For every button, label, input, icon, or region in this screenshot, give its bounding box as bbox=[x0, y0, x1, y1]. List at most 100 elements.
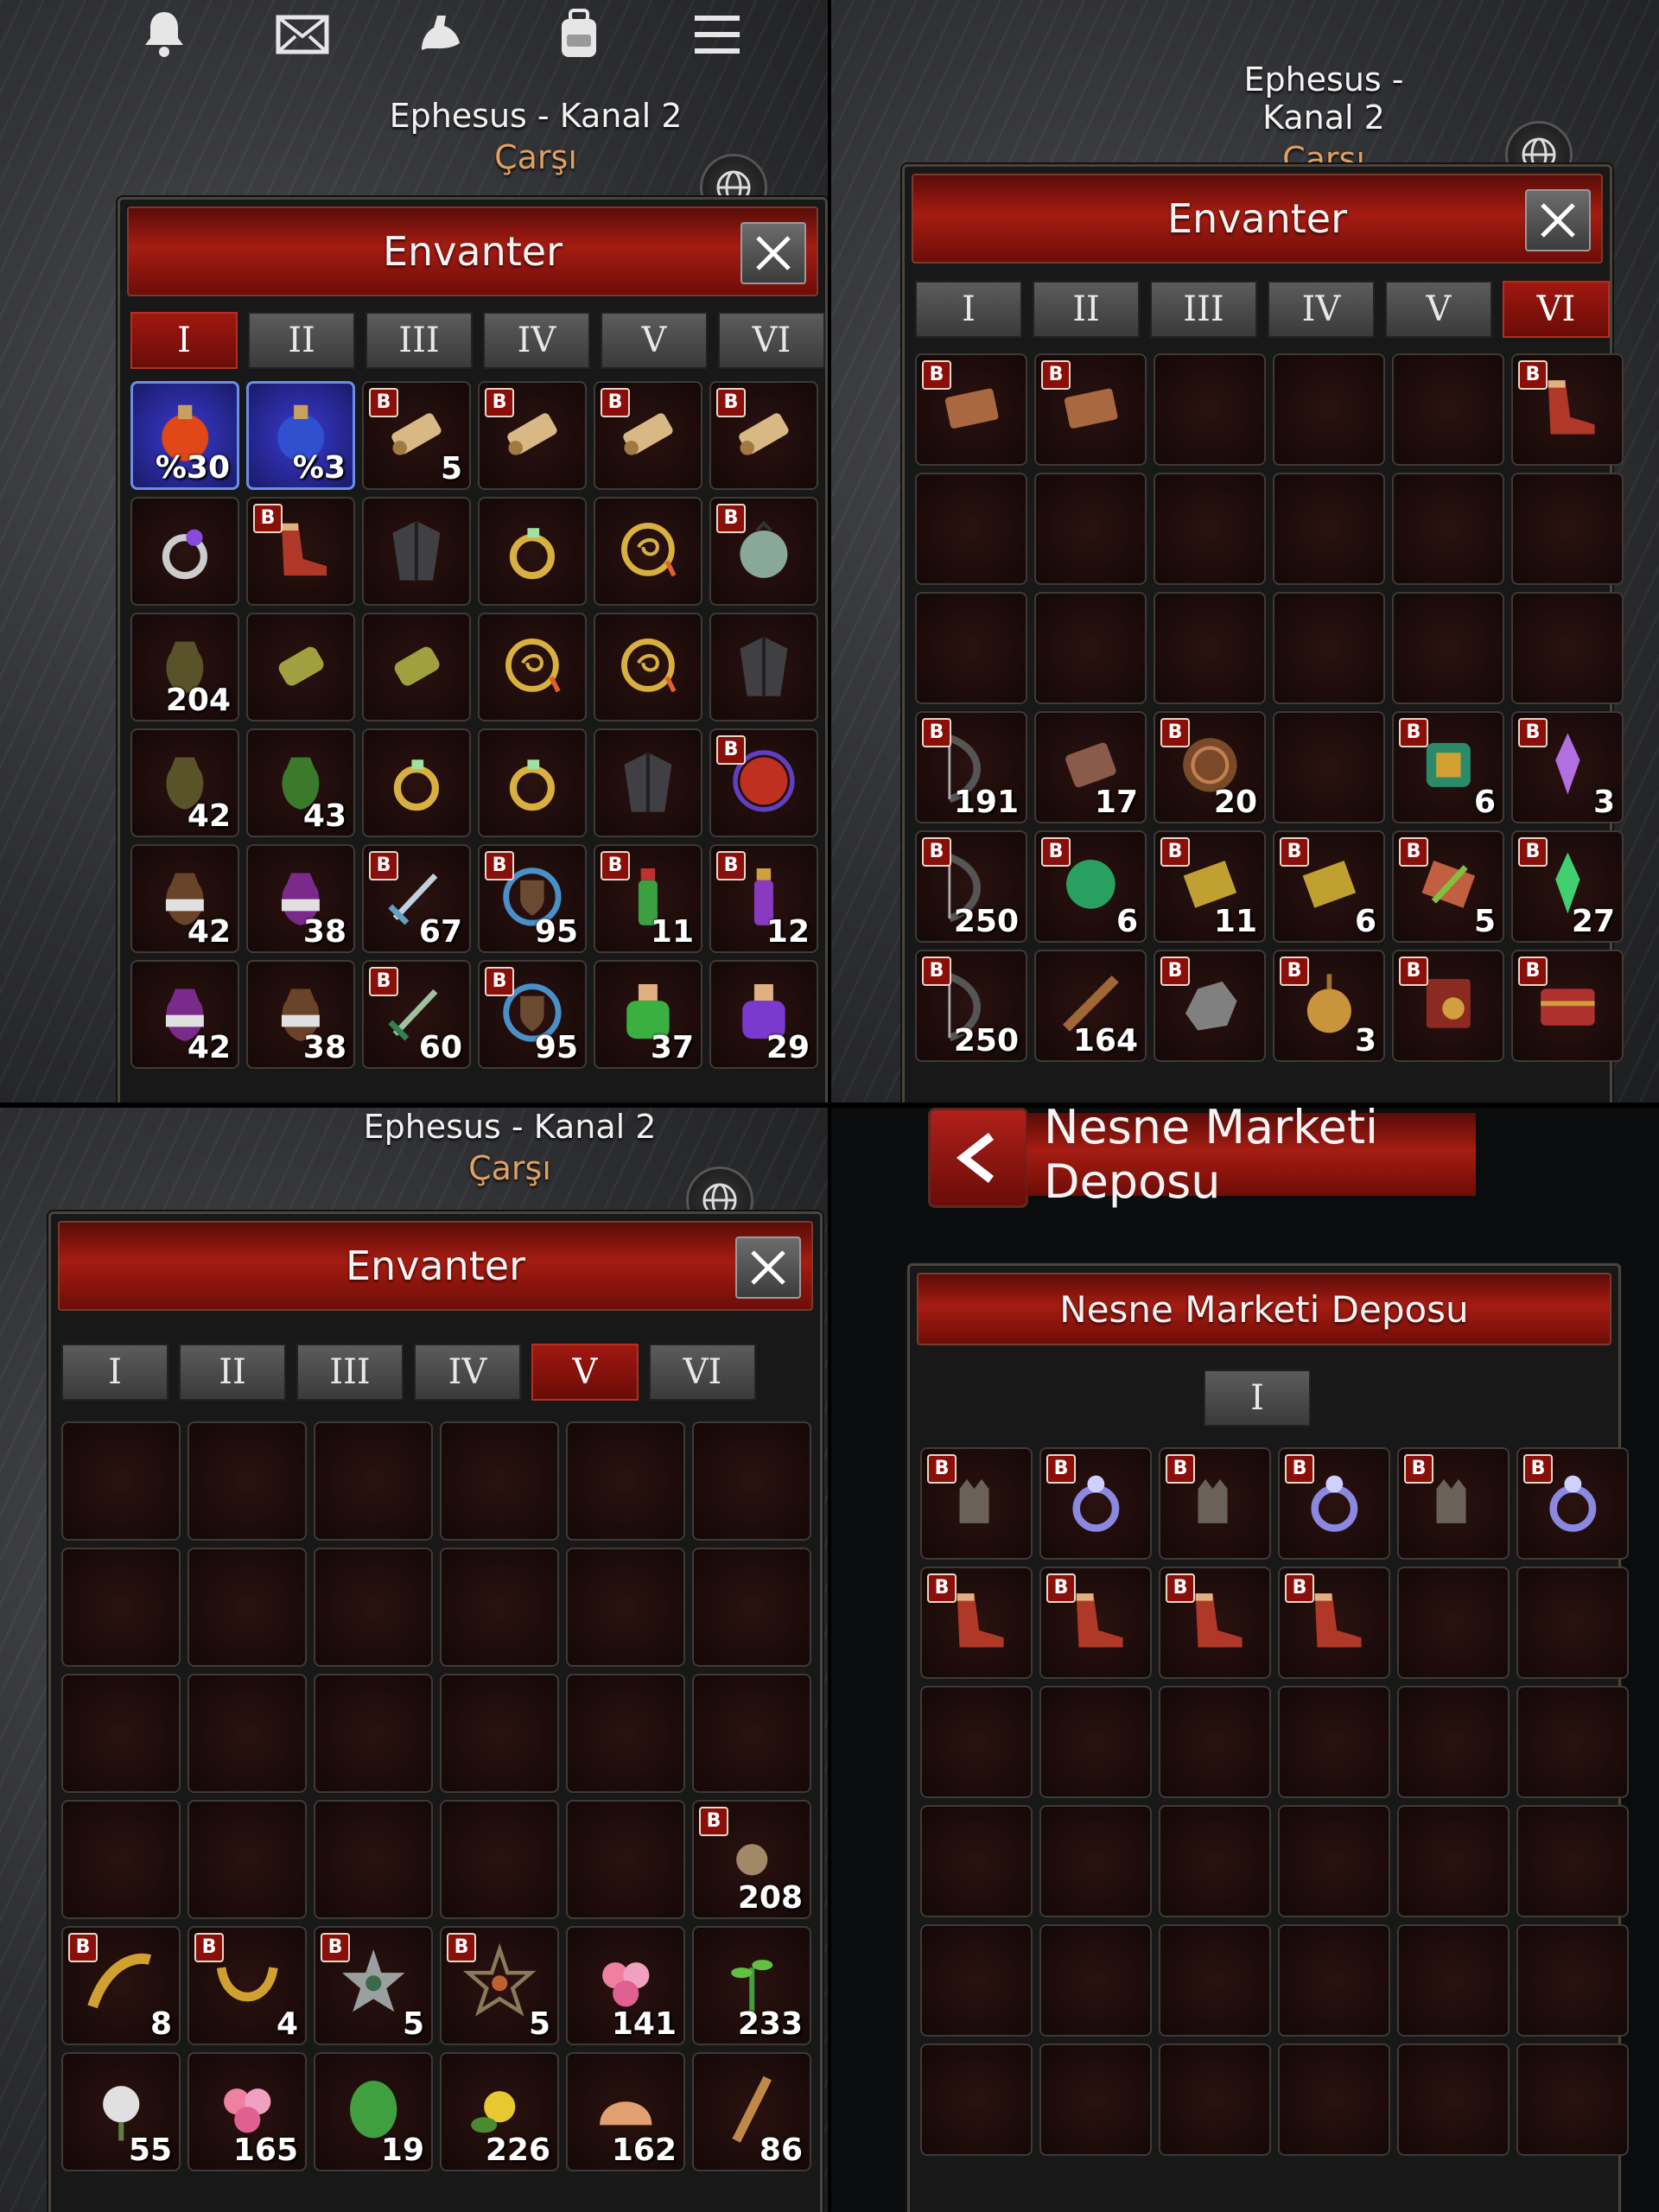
empty-slot[interactable] bbox=[1159, 1686, 1271, 1798]
inventory-slot[interactable]: 42 bbox=[130, 728, 239, 837]
inventory-tab-5[interactable]: V bbox=[1385, 281, 1492, 338]
inventory-tab-6[interactable]: VI bbox=[649, 1344, 756, 1401]
empty-slot[interactable] bbox=[188, 1674, 307, 1793]
empty-slot[interactable] bbox=[1511, 473, 1624, 585]
empty-slot[interactable] bbox=[920, 2044, 1033, 2156]
back-button[interactable] bbox=[928, 1108, 1028, 1208]
empty-slot[interactable] bbox=[314, 1548, 433, 1667]
empty-slot[interactable] bbox=[1516, 1567, 1629, 1679]
empty-slot[interactable] bbox=[566, 1800, 685, 1919]
empty-slot[interactable] bbox=[1159, 1924, 1271, 2037]
close-button[interactable] bbox=[735, 1236, 801, 1299]
inventory-slot[interactable]: 38 bbox=[246, 960, 355, 1069]
empty-slot[interactable] bbox=[440, 1421, 559, 1541]
inventory-tab-3[interactable]: III bbox=[296, 1344, 404, 1401]
inventory-slot[interactable]: B 27 bbox=[1511, 830, 1624, 943]
empty-slot[interactable] bbox=[1273, 473, 1385, 585]
inventory-tab-5[interactable]: V bbox=[601, 312, 708, 369]
empty-slot[interactable] bbox=[1278, 1924, 1390, 2037]
empty-slot[interactable] bbox=[440, 1548, 559, 1667]
inventory-slot[interactable]: B bbox=[709, 381, 818, 490]
inventory-slot[interactable]: B bbox=[1154, 950, 1266, 1062]
inventory-slot[interactable]: 165 bbox=[188, 2052, 307, 2171]
inventory-slot[interactable] bbox=[594, 613, 702, 721]
empty-slot[interactable] bbox=[61, 1421, 181, 1541]
empty-slot[interactable] bbox=[920, 1805, 1033, 1917]
empty-slot[interactable] bbox=[1397, 1567, 1510, 1679]
inventory-slot[interactable]: 42 bbox=[130, 960, 239, 1069]
empty-slot[interactable] bbox=[1039, 1805, 1152, 1917]
inventory-tab-1[interactable]: I bbox=[915, 281, 1022, 338]
empty-slot[interactable] bbox=[61, 1674, 181, 1793]
inventory-slot[interactable]: 141 bbox=[566, 1926, 685, 2045]
empty-slot[interactable] bbox=[692, 1674, 811, 1793]
empty-slot[interactable] bbox=[1039, 1686, 1152, 1798]
inventory-slot[interactable]: B bbox=[594, 381, 702, 490]
inventory-tab-1[interactable]: I bbox=[61, 1344, 168, 1401]
empty-slot[interactable] bbox=[1511, 592, 1624, 704]
empty-slot[interactable] bbox=[566, 1421, 685, 1541]
backpack-icon[interactable] bbox=[544, 0, 613, 69]
empty-slot[interactable] bbox=[920, 1686, 1033, 1798]
empty-slot[interactable] bbox=[1273, 711, 1385, 823]
inventory-slot[interactable]: B bbox=[1039, 1567, 1152, 1679]
inventory-tab-3[interactable]: III bbox=[1150, 281, 1257, 338]
empty-slot[interactable] bbox=[1034, 592, 1147, 704]
inventory-slot[interactable]: B5 bbox=[314, 1926, 433, 2045]
inventory-slot[interactable]: B bbox=[1278, 1447, 1390, 1560]
empty-slot[interactable] bbox=[1516, 1805, 1629, 1917]
inventory-slot[interactable]: 204 bbox=[130, 613, 239, 721]
empty-slot[interactable] bbox=[1154, 353, 1266, 466]
empty-slot[interactable] bbox=[1278, 2044, 1390, 2156]
inventory-slot[interactable] bbox=[362, 728, 471, 837]
empty-slot[interactable] bbox=[1397, 1805, 1510, 1917]
inventory-slot[interactable]: B 12 bbox=[709, 844, 818, 953]
inventory-slot[interactable] bbox=[478, 613, 587, 721]
inventory-slot[interactable] bbox=[709, 613, 818, 721]
empty-slot[interactable] bbox=[440, 1800, 559, 1919]
inventory-slot[interactable]: B5 bbox=[362, 381, 471, 490]
inventory-slot[interactable]: B bbox=[1159, 1447, 1271, 1560]
inventory-slot[interactable]: B bbox=[915, 353, 1027, 466]
empty-slot[interactable] bbox=[1159, 1805, 1271, 1917]
inventory-slot[interactable] bbox=[478, 497, 587, 606]
inventory-slot[interactable]: 233 bbox=[692, 1926, 811, 2045]
empty-slot[interactable] bbox=[314, 1674, 433, 1793]
inventory-slot[interactable]: B bbox=[478, 381, 587, 490]
empty-slot[interactable] bbox=[1039, 2044, 1152, 2156]
empty-slot[interactable] bbox=[1397, 1924, 1510, 2037]
inventory-slot[interactable]: B6 bbox=[1392, 711, 1504, 823]
menu-icon[interactable] bbox=[683, 0, 752, 69]
empty-slot[interactable] bbox=[1516, 1686, 1629, 1798]
empty-slot[interactable] bbox=[1273, 353, 1385, 466]
inventory-slot[interactable]: B6 bbox=[1273, 830, 1385, 943]
empty-slot[interactable] bbox=[1034, 473, 1147, 585]
inventory-slot[interactable]: B 60 bbox=[362, 960, 471, 1069]
close-button[interactable] bbox=[1525, 189, 1591, 251]
inventory-slot[interactable]: 164 bbox=[1034, 950, 1147, 1062]
inventory-slot[interactable] bbox=[246, 613, 355, 721]
empty-slot[interactable] bbox=[1278, 1805, 1390, 1917]
empty-slot[interactable] bbox=[1516, 1924, 1629, 2037]
inventory-tab-4[interactable]: IV bbox=[1268, 281, 1375, 338]
empty-slot[interactable] bbox=[1516, 2044, 1629, 2156]
empty-slot[interactable] bbox=[314, 1421, 433, 1541]
inventory-tab-4[interactable]: IV bbox=[483, 312, 590, 369]
inventory-slot[interactable]: B 250 bbox=[915, 830, 1027, 943]
empty-slot[interactable] bbox=[915, 473, 1027, 585]
inventory-slot[interactable]: 29 bbox=[709, 960, 818, 1069]
mail-icon[interactable] bbox=[268, 0, 337, 69]
inventory-slot[interactable]: B bbox=[1039, 1447, 1152, 1560]
empty-slot[interactable] bbox=[61, 1800, 181, 1919]
inventory-slot[interactable] bbox=[594, 497, 702, 606]
inventory-slot[interactable]: B bbox=[1034, 353, 1147, 466]
inventory-slot[interactable]: B4 bbox=[188, 1926, 307, 2045]
inventory-slot[interactable] bbox=[130, 497, 239, 606]
empty-slot[interactable] bbox=[1039, 1924, 1152, 2037]
bell-icon[interactable] bbox=[130, 0, 199, 69]
inventory-slot[interactable]: B bbox=[1397, 1447, 1510, 1560]
empty-slot[interactable] bbox=[188, 1800, 307, 1919]
inventory-slot[interactable]: B 250 bbox=[915, 950, 1027, 1062]
inventory-slot[interactable]: 19 bbox=[314, 2052, 433, 2171]
inventory-slot[interactable] bbox=[594, 728, 702, 837]
